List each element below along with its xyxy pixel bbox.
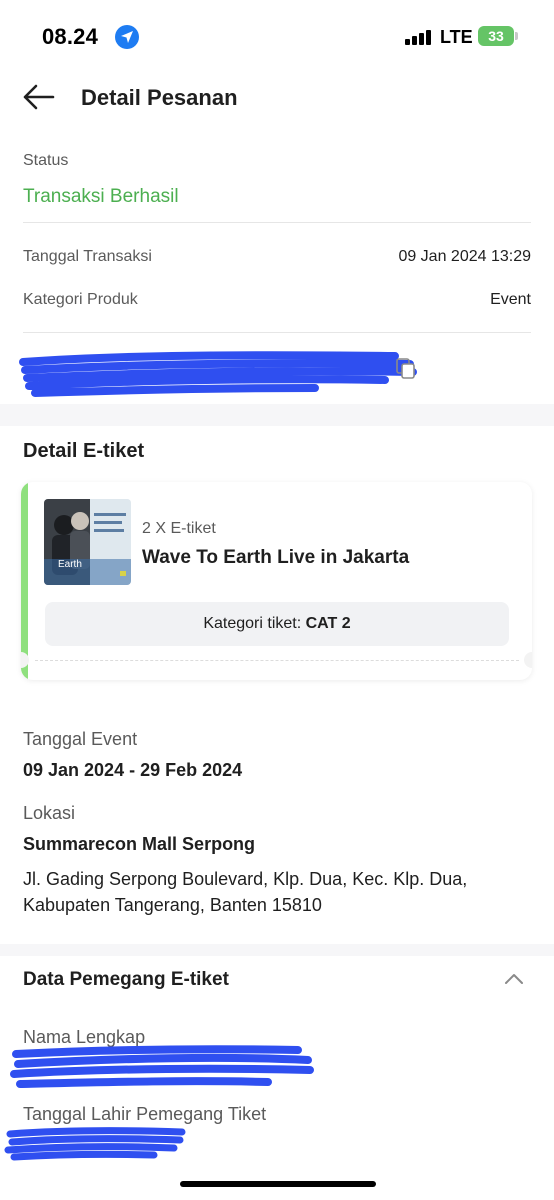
eticket-card[interactable]: Earth 2 X E-tiket Wave To Earth Live in … bbox=[21, 482, 532, 680]
signal-bars-icon bbox=[405, 29, 433, 45]
page-title: Detail Pesanan bbox=[81, 85, 238, 110]
divider bbox=[23, 222, 531, 223]
battery-charging-icon: 33 bbox=[478, 26, 514, 46]
battery-tip bbox=[515, 32, 518, 40]
section-separator bbox=[0, 944, 554, 956]
location-name: Summarecon Mall Serpong bbox=[23, 834, 256, 854]
birth-date-label: Tanggal Lahir Pemegang Tiket bbox=[23, 1104, 267, 1124]
ticket-category-label: Kategori tiket: bbox=[203, 615, 306, 632]
holder-section-title: Data Pemegang E-tiket bbox=[23, 969, 229, 990]
event-poster-thumbnail: Earth bbox=[44, 499, 131, 585]
transaction-date-value: 09 Jan 2024 13:29 bbox=[398, 248, 531, 265]
status-time: 08.24 bbox=[42, 24, 99, 49]
product-category-label: Kategori Produk bbox=[23, 291, 138, 308]
ticket-category-value: CAT 2 bbox=[305, 615, 351, 632]
copy-icon[interactable] bbox=[396, 358, 416, 380]
product-category-value: Event bbox=[490, 291, 531, 308]
ticket-category-badge: Kategori tiket: CAT 2 bbox=[45, 602, 509, 646]
arrow-left-icon[interactable] bbox=[22, 82, 56, 112]
redacted-order-id bbox=[19, 351, 417, 397]
ticket-quantity: 2 X E-tiket bbox=[142, 520, 216, 537]
location-label: Lokasi bbox=[23, 803, 76, 823]
location-arrow-icon bbox=[115, 25, 139, 49]
transaction-date-label: Tanggal Transaksi bbox=[23, 248, 152, 265]
event-date-value: 09 Jan 2024 - 29 Feb 2024 bbox=[23, 760, 243, 780]
status-value: Transaksi Berhasil bbox=[23, 186, 179, 207]
app-header: Detail Pesanan bbox=[0, 70, 554, 126]
eticket-section-title: Detail E-tiket bbox=[23, 440, 145, 462]
redacted-full-name bbox=[10, 1045, 314, 1088]
network-type: LTE bbox=[440, 27, 473, 47]
status-label: Status bbox=[23, 152, 69, 169]
battery-level: 33 bbox=[488, 28, 504, 44]
event-date-label: Tanggal Event bbox=[23, 729, 138, 749]
redacted-birth-date bbox=[4, 1127, 186, 1161]
location-address: Jl. Gading Serpong Boulevard, Klp. Dua, … bbox=[23, 869, 468, 915]
ticket-perforation bbox=[35, 660, 519, 661]
section-separator bbox=[0, 404, 554, 426]
ticket-accent-bar bbox=[21, 482, 28, 680]
chevron-up-icon[interactable] bbox=[504, 971, 524, 987]
ticket-notch-right bbox=[524, 652, 532, 668]
divider bbox=[23, 332, 531, 333]
poster-text: Earth bbox=[58, 559, 82, 570]
home-indicator[interactable] bbox=[180, 1181, 376, 1187]
event-name: Wave To Earth Live in Jakarta bbox=[142, 547, 410, 568]
status-bar: 08.24 LTE 33 bbox=[0, 0, 554, 70]
